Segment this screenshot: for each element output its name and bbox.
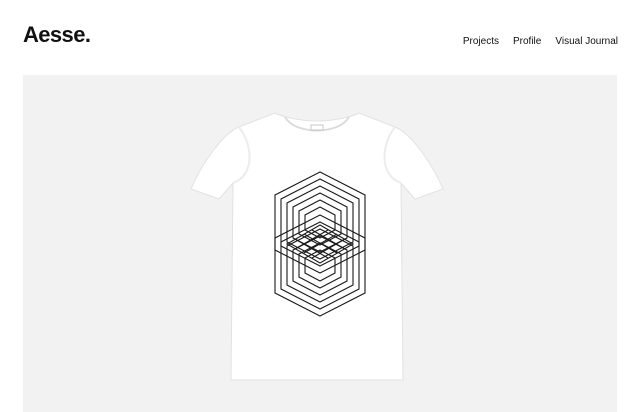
site-header: Aesse. Projects Profile Visual Journal <box>0 0 640 74</box>
site-logo[interactable]: Aesse. <box>23 22 91 48</box>
hero-image[interactable] <box>23 75 617 412</box>
tshirt-body <box>190 112 444 381</box>
tshirt-illustration <box>190 112 444 381</box>
nav-item-projects[interactable]: Projects <box>463 36 499 48</box>
tshirt-neck-label <box>310 124 324 131</box>
nav-item-profile[interactable]: Profile <box>513 36 541 48</box>
nav-item-visual-journal[interactable]: Visual Journal <box>555 36 618 48</box>
main-nav: Projects Profile Visual Journal <box>463 36 618 48</box>
